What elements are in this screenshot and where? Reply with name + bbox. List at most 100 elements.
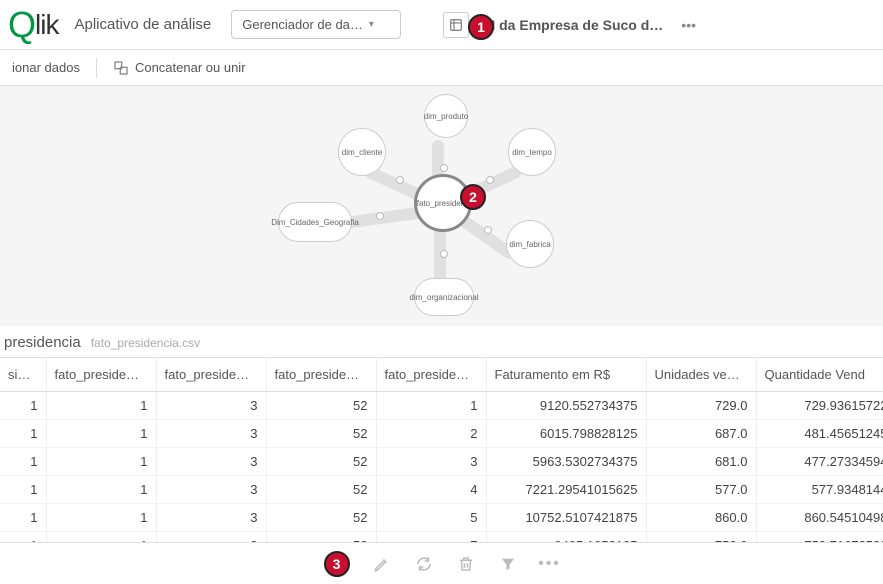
logo-text: lik	[35, 9, 58, 41]
more-menu-button[interactable]: •••	[675, 17, 702, 33]
header-bar: Qlik Aplicativo de análise Gerenciador d…	[0, 0, 883, 50]
table-cell: 52	[266, 476, 376, 504]
table-cell: 3	[156, 420, 266, 448]
refresh-button[interactable]	[414, 554, 434, 574]
model-node-dim-cidades[interactable]: Dim_Cidades_Geografia	[278, 202, 352, 242]
model-node-dim-cliente[interactable]: dim_cliente	[338, 128, 386, 176]
edit-button[interactable]	[372, 554, 392, 574]
table-cell: 577.0	[646, 476, 756, 504]
table-cell: 3	[156, 504, 266, 532]
table-cell: 681.0	[646, 448, 756, 476]
table-cell: 860.0	[646, 504, 756, 532]
table-cell: 729.93615722	[756, 392, 883, 420]
table-row[interactable]: 1135247221.29541015625577.0577.9348144	[0, 476, 883, 504]
node-label: Dim_Cidades_Geografia	[271, 218, 359, 227]
table-cell: 860.54510498	[756, 504, 883, 532]
link-dot-icon	[486, 176, 494, 184]
table-cell: 3	[156, 448, 266, 476]
col-header[interactable]: fato_preside…	[156, 358, 266, 392]
table-cell: 1	[46, 420, 156, 448]
annotation-2: 2	[460, 184, 486, 210]
table-cell: 1	[0, 392, 46, 420]
table-cell: 52	[266, 504, 376, 532]
col-header[interactable]: Faturamento em R$	[486, 358, 646, 392]
table-cell: 1	[46, 504, 156, 532]
model-node-dim-organizacional[interactable]: dim_organizacional	[414, 278, 474, 316]
preview-table-wrap: side… fato_preside… fato_preside… fato_p…	[0, 357, 883, 560]
col-header[interactable]: fato_preside…	[46, 358, 156, 392]
table-row[interactable]: 11352510752.5107421875860.0860.54510498	[0, 504, 883, 532]
more-icon: •••	[538, 555, 561, 573]
table-cell: 1	[0, 448, 46, 476]
breadcrumb-app-name[interactable]: BI da Empresa de Suco d…	[481, 17, 663, 33]
model-node-dim-tempo[interactable]: dim_tempo	[508, 128, 556, 176]
link-dot-icon	[484, 226, 492, 234]
link-dot-icon	[440, 164, 448, 172]
table-cell: 1	[46, 476, 156, 504]
table-cell: 1	[376, 392, 486, 420]
annotation-3: 3	[324, 551, 350, 577]
table-cell: 3	[156, 392, 266, 420]
col-header[interactable]: fato_preside…	[376, 358, 486, 392]
node-label: dim_tempo	[512, 148, 552, 157]
table-cell: 52	[266, 392, 376, 420]
table-cell: 481.45651245	[756, 420, 883, 448]
table-title-bar: presidencia fato_presidencia.csv	[0, 326, 883, 357]
model-node-dim-produto[interactable]: dim_produto	[424, 94, 468, 138]
filter-button[interactable]	[498, 554, 518, 574]
col-header[interactable]: side…	[0, 358, 46, 392]
table-cell: 477.27334594	[756, 448, 883, 476]
table-header-row: side… fato_preside… fato_preside… fato_p…	[0, 358, 883, 392]
table-cell: 10752.5107421875	[486, 504, 646, 532]
refresh-icon	[415, 555, 433, 573]
model-node-dim-fabrica[interactable]: dim_fabrica	[506, 220, 554, 268]
table-row[interactable]: 1135235963.5302734375681.0477.27334594	[0, 448, 883, 476]
node-label: dim_produto	[424, 112, 468, 121]
link-dot-icon	[376, 212, 384, 220]
table-filename: fato_presidencia.csv	[91, 336, 200, 350]
table-cell: 687.0	[646, 420, 756, 448]
table-cell: 1	[0, 420, 46, 448]
preview-table: side… fato_preside… fato_preside… fato_p…	[0, 357, 883, 560]
table-cell: 5	[376, 504, 486, 532]
col-header[interactable]: fato_preside…	[266, 358, 376, 392]
more-actions-button[interactable]: •••	[540, 554, 560, 574]
concat-label: Concatenar ou unir	[135, 60, 246, 75]
table-name: presidencia	[4, 334, 81, 351]
table-cell: 3	[156, 476, 266, 504]
sheet-icon-button[interactable]	[443, 12, 469, 38]
table-cell: 1	[46, 448, 156, 476]
table-cell: 4	[376, 476, 486, 504]
table-row[interactable]: 1135219120.552734375729.0729.93615722	[0, 392, 883, 420]
col-header[interactable]: Unidades ve…	[646, 358, 756, 392]
col-header[interactable]: Quantidade Vend	[756, 358, 883, 392]
pencil-icon	[373, 555, 391, 573]
table-cell: 729.0	[646, 392, 756, 420]
qlik-logo: Qlik	[8, 7, 58, 43]
concat-icon	[113, 60, 129, 76]
add-data-button[interactable]: ionar dados	[6, 56, 86, 79]
link-dot-icon	[440, 250, 448, 258]
node-label: dim_fabrica	[509, 240, 550, 249]
table-cell: 1	[46, 392, 156, 420]
link-dot-icon	[396, 176, 404, 184]
annotation-1: 1	[468, 14, 494, 40]
toolbar: ionar dados Concatenar ou unir	[0, 50, 883, 86]
bottom-action-bar: 3 •••	[0, 542, 883, 584]
add-data-label: ionar dados	[12, 60, 80, 75]
table-cell: 3	[376, 448, 486, 476]
delete-button[interactable]	[456, 554, 476, 574]
chevron-down-icon: ▾	[369, 19, 374, 30]
node-label: dim_cliente	[342, 148, 382, 157]
view-dropdown[interactable]: Gerenciador de da… ▾	[231, 10, 401, 39]
trash-icon	[457, 555, 475, 573]
table-body: 1135219120.552734375729.0729.93615722113…	[0, 392, 883, 560]
table-cell: 6015.798828125	[486, 420, 646, 448]
node-label: dim_organizacional	[410, 293, 479, 302]
concat-button[interactable]: Concatenar ou unir	[107, 56, 252, 80]
table-cell: 52	[266, 420, 376, 448]
data-model-canvas[interactable]: dim_produto dim_cliente dim_tempo Dim_Ci…	[0, 86, 883, 326]
table-row[interactable]: 1135226015.798828125687.0481.45651245	[0, 420, 883, 448]
table-cell: 7221.29541015625	[486, 476, 646, 504]
table-cell: 1	[0, 476, 46, 504]
